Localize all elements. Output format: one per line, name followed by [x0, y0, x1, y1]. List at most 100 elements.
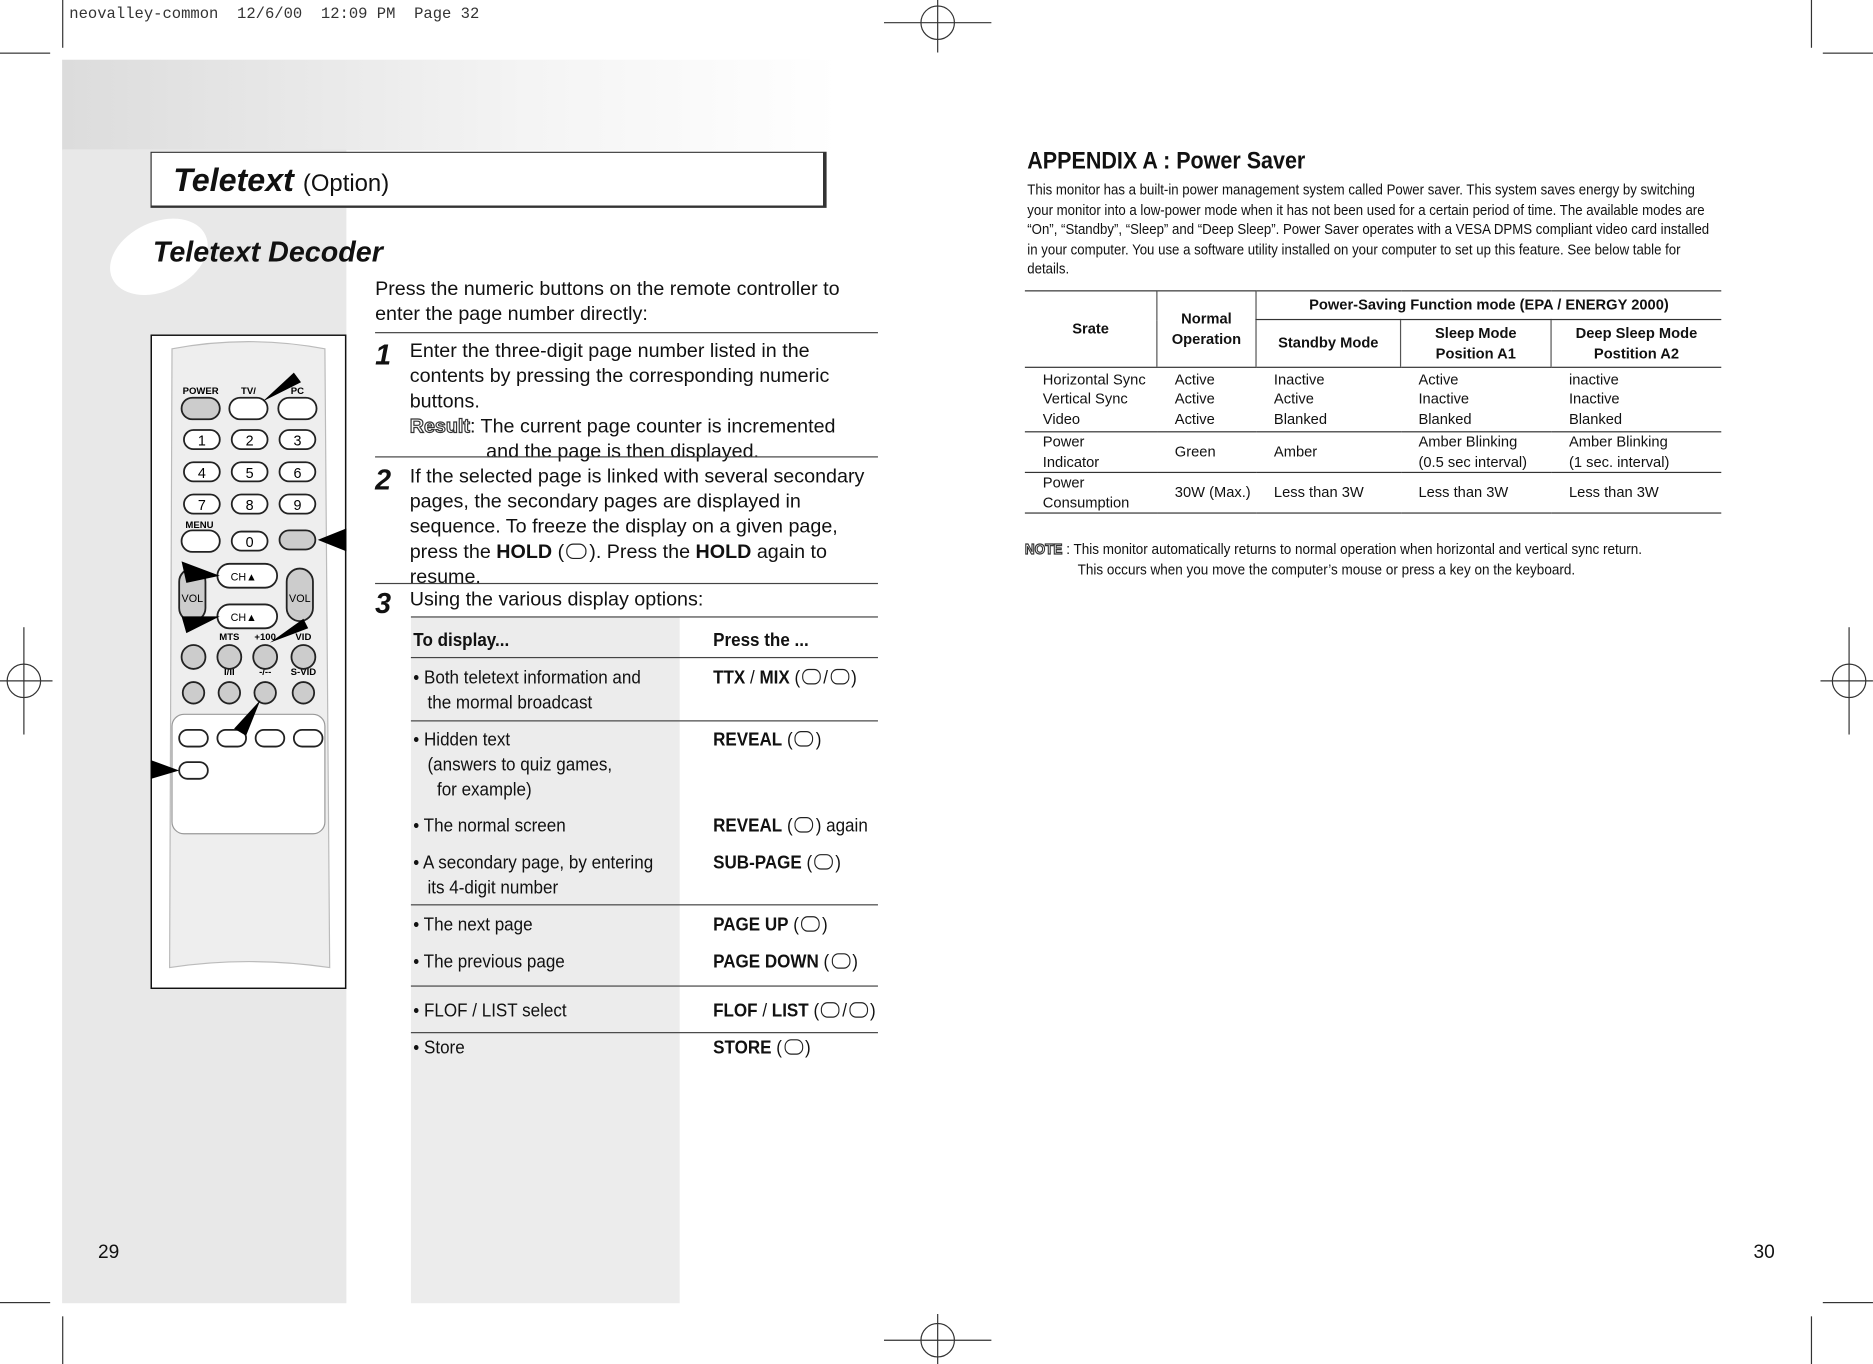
- step-text: Enter the three-digit page number listed…: [409, 340, 830, 413]
- remote-label-vid: VID: [295, 632, 311, 643]
- crop-mark: [62, 0, 64, 48]
- remote-digit: 5: [246, 466, 254, 482]
- step-number: 3: [375, 587, 392, 620]
- step-3-text: Using the various display options:: [409, 588, 704, 611]
- remote-label-vol-left: VOL: [182, 593, 204, 605]
- remote-label-ch-up: CH▲: [231, 572, 257, 584]
- teletext-button-icon: [831, 953, 851, 969]
- key-name: PAGE DOWN: [713, 952, 819, 973]
- remote-digit: 8: [246, 498, 254, 514]
- divider: [410, 720, 878, 722]
- remote-digit: 9: [293, 498, 301, 514]
- registration-mark-right: [1820, 627, 1873, 735]
- page-number-left: 29: [97, 1242, 120, 1263]
- remote-label-ch-down: CH▲: [231, 612, 257, 624]
- remote-label-pc: PC: [291, 386, 304, 397]
- appendix-title: APPENDIX A : Power Saver: [1027, 148, 1306, 175]
- table-row: Power Indicator Green Amber Amber Blinking …: [1024, 431, 1722, 474]
- title-text: Teletext: [173, 162, 294, 199]
- key-sep: /: [757, 1000, 772, 1022]
- hold-key: HOLD: [695, 541, 752, 563]
- divider: [410, 616, 878, 618]
- table-cell: inactive Inactive Blanked: [1551, 367, 1722, 433]
- table-cell: Green: [1156, 431, 1257, 474]
- col-header-press: Press the ...: [713, 630, 809, 652]
- table-cell: Less than 3W: [1400, 472, 1552, 515]
- option-display: • A secondary page, by entering its 4-di…: [413, 852, 654, 899]
- teletext-button-icon: [794, 817, 814, 833]
- option-key: PAGE DOWN (): [713, 952, 858, 973]
- crop-mark: [0, 1302, 51, 1304]
- remote-label-tv: TV/: [241, 386, 256, 397]
- crop-mark: [62, 1316, 64, 1364]
- option-display: • Store: [413, 1038, 465, 1059]
- table-row: Horizontal Sync Vertical Sync Video Activ…: [1024, 367, 1722, 433]
- remote-digit: 2: [246, 434, 254, 450]
- divider: [375, 456, 878, 458]
- crop-mark: [0, 52, 51, 54]
- option-display: • The previous page: [413, 952, 565, 973]
- table-cell: Less than 3W: [1256, 472, 1401, 515]
- table-cell: Active Active Active: [1156, 367, 1257, 433]
- note-text: : This monitor automatically returns to …: [1066, 541, 1643, 558]
- option-key: TTX / MIX (/): [713, 667, 857, 689]
- step-number: 2: [375, 464, 392, 497]
- remote-digit: 6: [293, 466, 301, 482]
- table-cell: Amber Blinking (1 sec. interval): [1551, 431, 1722, 474]
- key-suffix: again: [821, 815, 868, 837]
- teletext-button-icon: [801, 916, 820, 932]
- crop-mark: [1822, 52, 1873, 54]
- page-title: Teletext (Option): [173, 162, 389, 199]
- table-cell: Active Inactive Blanked: [1400, 367, 1552, 433]
- key-name: STORE: [713, 1038, 772, 1059]
- divider: [410, 656, 878, 659]
- header-state: Srate: [1024, 290, 1157, 368]
- page-title-box: Teletext (Option): [150, 151, 827, 208]
- col-header-display: To display...: [413, 630, 510, 652]
- table-cell: Power Consumption: [1024, 472, 1157, 515]
- key-name: SUB-PAGE: [713, 852, 802, 874]
- table-cell: Amber Blinking (0.5 sec interval): [1400, 431, 1552, 474]
- option-key: PAGE UP (): [713, 914, 828, 936]
- print-slug: neovalley-common 12/6/00 12:09 PM Page 3…: [69, 4, 480, 23]
- header-standby: Standby Mode: [1255, 319, 1401, 368]
- divider: [410, 1032, 878, 1034]
- result-label: Result: [409, 415, 470, 438]
- teletext-button-icon: [814, 854, 834, 870]
- result-text-2: and the page is then displayed.: [486, 440, 760, 463]
- hold-key: HOLD: [496, 541, 553, 563]
- teletext-button-icon: [849, 1002, 868, 1018]
- option-display: • The next page: [413, 914, 533, 936]
- key-name-2: MIX: [759, 667, 790, 689]
- intro-text: Press the numeric buttons on the remote …: [375, 278, 840, 325]
- step-1-text: Enter the three-digit page number listed…: [409, 339, 882, 464]
- option-key: STORE (): [713, 1038, 811, 1059]
- key-name: TTX: [713, 667, 746, 689]
- divider: [375, 332, 878, 334]
- option-key: FLOF / LIST (/): [713, 1000, 876, 1022]
- teletext-button-icon: [821, 1002, 840, 1018]
- key-sep: /: [745, 667, 760, 689]
- key-name: FLOF: [713, 1000, 758, 1022]
- result-text: : The current page counter is incremente…: [469, 415, 836, 438]
- remote-control-illustration: POWER TV/ PC MENU MTS +100 VID I/II -/--…: [150, 334, 347, 990]
- key-name: PAGE UP: [713, 914, 789, 936]
- header-power-saving: Power-Saving Function mode (EPA / ENERGY…: [1255, 290, 1722, 321]
- key-name: REVEAL: [713, 815, 783, 837]
- registration-mark-left: [0, 627, 53, 735]
- header-normal: Normal Operation: [1156, 290, 1257, 368]
- divider: [410, 904, 878, 906]
- table-cell: Power Indicator: [1024, 431, 1157, 474]
- table-cell: 30W (Max.): [1156, 472, 1257, 515]
- teletext-button-icon: [830, 668, 849, 685]
- key-name-2: LIST: [771, 1000, 809, 1022]
- step-2-text: If the selected page is linked with seve…: [409, 465, 865, 588]
- header-band: [62, 59, 839, 151]
- option-key: REVEAL () again: [713, 815, 868, 837]
- registration-mark-bottom: [883, 1313, 992, 1364]
- registration-mark-top: [883, 0, 992, 53]
- remote-label-vol-right: VOL: [289, 593, 311, 605]
- remote-digit: 4: [198, 466, 206, 482]
- crop-mark: [1822, 1302, 1873, 1304]
- page-number-right: 30: [1753, 1242, 1775, 1263]
